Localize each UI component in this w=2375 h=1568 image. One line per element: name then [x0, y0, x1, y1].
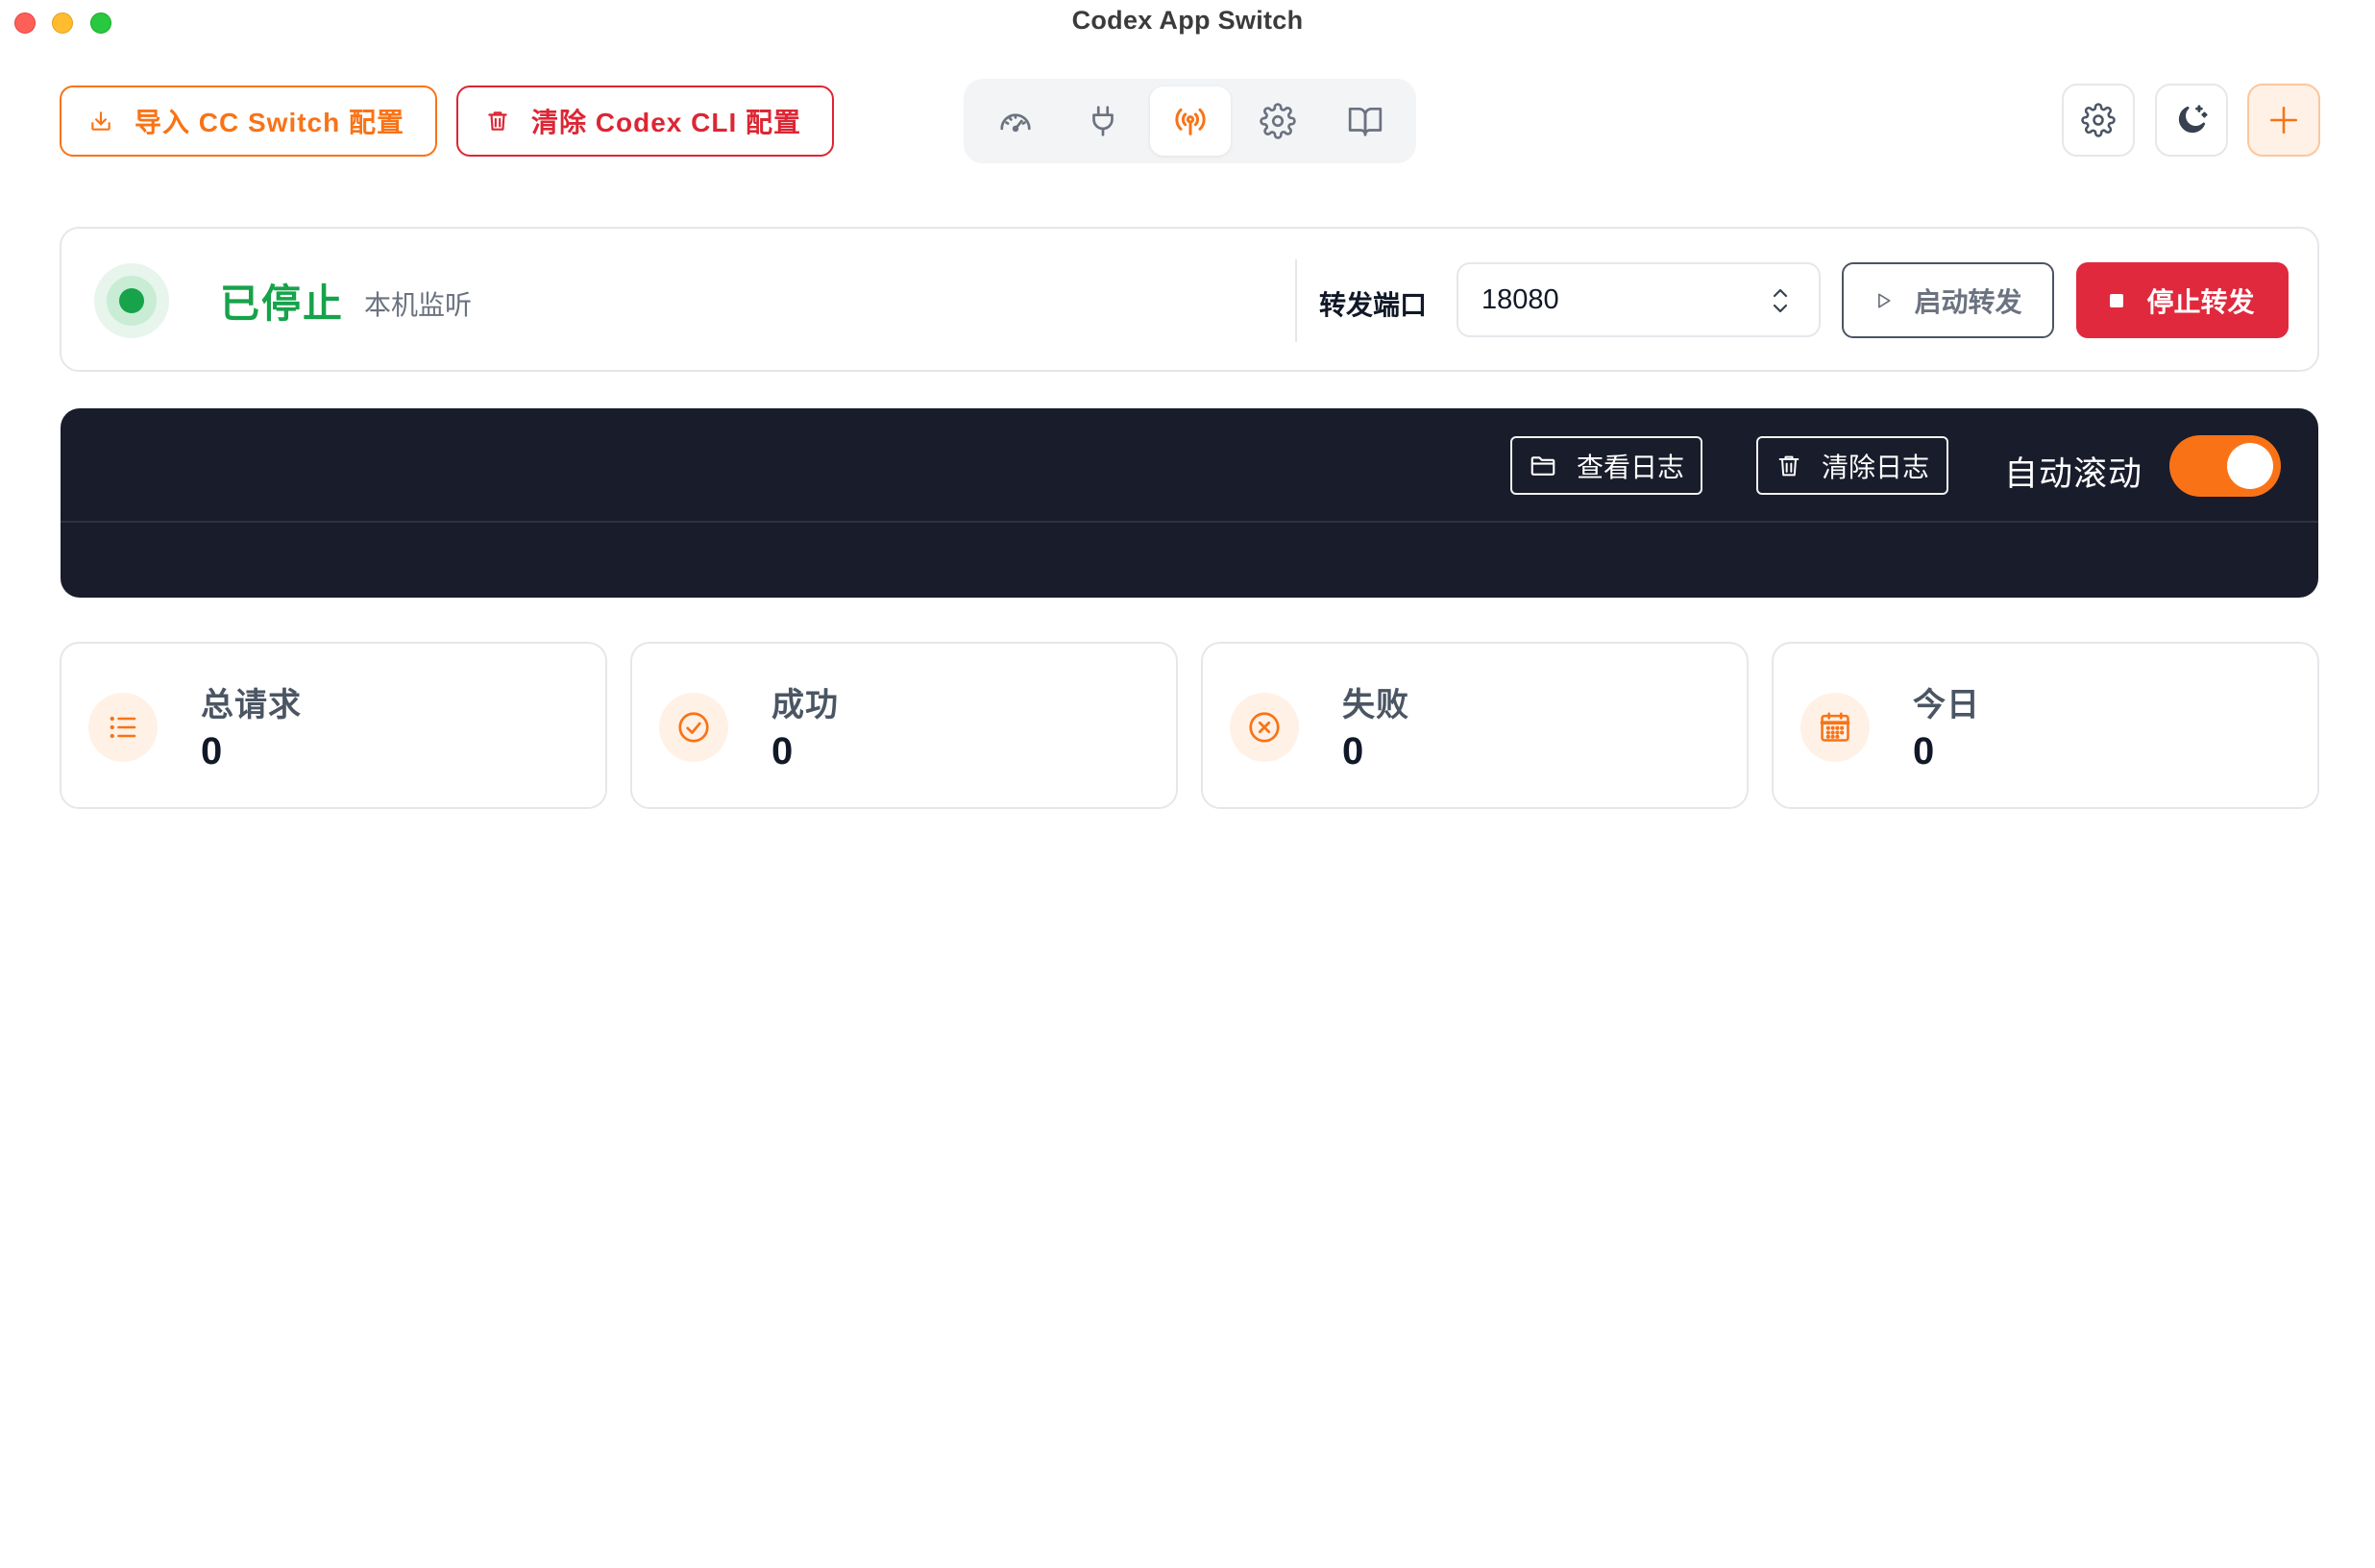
- tab-forwarding[interactable]: [1150, 86, 1231, 156]
- stat-card-total: 总请求 0: [60, 642, 607, 809]
- stat-label: 总请求: [201, 687, 302, 723]
- check-circle-icon: [659, 693, 728, 762]
- window-title: Codex App Switch: [1071, 6, 1304, 35]
- tab-dashboard[interactable]: [975, 86, 1056, 156]
- toggle-knob: [2227, 443, 2273, 489]
- forwarding-status-panel: 已停止 本机监听 转发端口 启动转发 停止转发: [60, 227, 2319, 372]
- tab-settings[interactable]: [1237, 86, 1318, 156]
- auto-scroll-toggle[interactable]: [2169, 435, 2281, 497]
- clear-codex-cli-button[interactable]: 清除 Codex CLI 配置: [456, 86, 834, 157]
- calendar-icon: [1800, 693, 1870, 762]
- port-input[interactable]: [1457, 262, 1821, 337]
- stop-forwarding-label: 停止转发: [2146, 286, 2255, 317]
- divider: [1295, 259, 1297, 342]
- stat-value: 0: [1342, 730, 1364, 772]
- stat-card-failed: 失败 0: [1201, 642, 1749, 809]
- start-forwarding-button[interactable]: 启动转发: [1842, 262, 2054, 338]
- view-logs-button[interactable]: 查看日志: [1510, 436, 1702, 495]
- stat-card-today: 今日 0: [1772, 642, 2319, 809]
- stat-value: 0: [771, 730, 794, 772]
- title-bar: Codex App Switch: [0, 0, 2375, 44]
- plus-icon: [2267, 104, 2300, 136]
- view-logs-label: 查看日志: [1576, 452, 1684, 482]
- stat-label: 今日: [1913, 687, 1980, 723]
- stat-card-success: 成功 0: [630, 642, 1178, 809]
- auto-scroll-label: 自动滚动: [2004, 455, 2143, 493]
- port-label: 转发端口: [1319, 290, 1428, 320]
- folder-icon: [1529, 452, 1557, 480]
- clear-logs-button[interactable]: 清除日志: [1756, 436, 1948, 495]
- status-state: 已停止: [220, 282, 344, 326]
- log-panel: 查看日志 清除日志 自动滚动: [61, 408, 2318, 598]
- clear-logs-label: 清除日志: [1821, 452, 1929, 482]
- stat-label: 失败: [1342, 687, 1409, 723]
- broadcast-icon: [1171, 102, 1210, 140]
- add-provider-button[interactable]: [2247, 84, 2320, 157]
- dashboard-icon: [997, 103, 1034, 139]
- clear-codex-cli-label: 清除 Codex CLI 配置: [531, 108, 802, 137]
- gear-icon: [1260, 103, 1296, 139]
- status-indicator: [94, 263, 169, 338]
- stop-forwarding-button[interactable]: 停止转发: [2076, 262, 2289, 338]
- gear-icon: [2081, 103, 2116, 137]
- import-cc-switch-button[interactable]: 导入 CC Switch 配置: [60, 86, 437, 157]
- x-circle-icon: [1230, 693, 1299, 762]
- moon-icon: [2173, 102, 2210, 138]
- stat-value: 0: [1913, 730, 1935, 772]
- stat-value: 0: [201, 730, 223, 772]
- play-icon: [1873, 291, 1893, 310]
- plug-icon: [1085, 103, 1121, 139]
- start-forwarding-label: 启动转发: [1914, 286, 2022, 317]
- stat-label: 成功: [771, 687, 839, 723]
- stop-icon: [2110, 293, 2124, 307]
- import-cc-switch-label: 导入 CC Switch 配置: [135, 108, 405, 137]
- log-output[interactable]: [61, 525, 2318, 598]
- status-subtitle: 本机监听: [364, 290, 473, 320]
- book-icon: [1347, 103, 1383, 139]
- download-icon: [88, 109, 113, 134]
- theme-toggle-button[interactable]: [2155, 84, 2228, 157]
- list-icon: [88, 693, 158, 762]
- trash-icon: [1775, 453, 1802, 479]
- stepper-icon[interactable]: [1769, 283, 1792, 318]
- main-nav: [964, 79, 1416, 163]
- tab-providers[interactable]: [1063, 86, 1143, 156]
- log-toolbar: 查看日志 清除日志 自动滚动: [61, 408, 2318, 523]
- trash-icon: [485, 109, 510, 134]
- tab-docs[interactable]: [1325, 86, 1406, 156]
- settings-button[interactable]: [2062, 84, 2135, 157]
